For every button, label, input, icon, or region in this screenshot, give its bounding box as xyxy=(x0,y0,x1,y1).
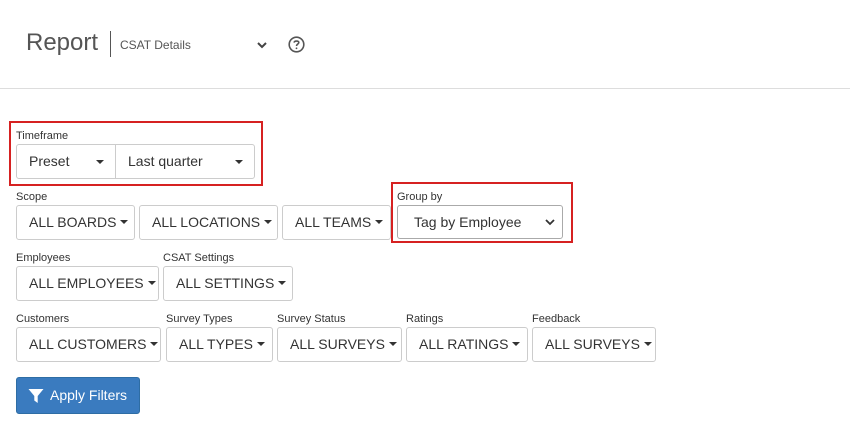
caret-down-icon xyxy=(150,342,159,347)
feedback-value: ALL SURVEYS xyxy=(545,336,640,352)
group-by-value: Tag by Employee xyxy=(414,214,522,230)
report-type-value: CSAT Details xyxy=(120,38,191,52)
chevron-down-icon xyxy=(545,219,555,226)
ratings-value: ALL RATINGS xyxy=(419,336,509,352)
customers-label: Customers xyxy=(16,313,70,325)
scope-teams-dropdown[interactable]: ALL TEAMS xyxy=(282,205,391,240)
question-circle-icon[interactable] xyxy=(288,36,305,53)
caret-down-icon xyxy=(388,342,397,347)
chevron-down-icon xyxy=(257,42,267,49)
page-title: Report xyxy=(26,29,99,56)
apply-filters-label: Apply Filters xyxy=(50,387,128,403)
timeframe-preset-value: Preset xyxy=(29,153,70,169)
caret-down-icon xyxy=(147,281,156,286)
employees-value: ALL EMPLOYEES xyxy=(29,275,144,291)
timeframe-range-dropdown[interactable]: Last quarter xyxy=(115,144,255,179)
caret-down-icon xyxy=(278,281,287,286)
employees-label: Employees xyxy=(16,252,71,264)
survey-status-label: Survey Status xyxy=(277,313,346,325)
customers-dropdown[interactable]: ALL CUSTOMERS xyxy=(16,327,161,362)
survey-status-dropdown[interactable]: ALL SURVEYS xyxy=(277,327,402,362)
title-divider xyxy=(110,31,111,57)
timeframe-range-value: Last quarter xyxy=(128,153,203,169)
scope-locations-dropdown[interactable]: ALL LOCATIONS xyxy=(139,205,278,240)
timeframe-preset-dropdown[interactable]: Preset xyxy=(16,144,116,179)
csat-settings-label: CSAT Settings xyxy=(163,252,235,264)
survey-status-value: ALL SURVEYS xyxy=(290,336,385,352)
survey-types-label: Survey Types xyxy=(166,313,233,325)
scope-label: Scope xyxy=(16,191,48,203)
scope-teams-value: ALL TEAMS xyxy=(295,214,372,230)
caret-down-icon xyxy=(264,220,273,225)
caret-down-icon xyxy=(512,342,521,347)
scope-locations-value: ALL LOCATIONS xyxy=(152,214,261,230)
page-header: Report CSAT Details xyxy=(0,0,850,89)
caret-down-icon xyxy=(256,342,265,347)
apply-filters-button[interactable]: Apply Filters xyxy=(16,377,140,414)
caret-down-icon xyxy=(235,160,243,164)
filter-icon xyxy=(28,389,44,403)
caret-down-icon xyxy=(375,220,384,225)
ratings-label: Ratings xyxy=(406,313,444,325)
csat-settings-value: ALL SETTINGS xyxy=(176,275,275,291)
survey-types-value: ALL TYPES xyxy=(179,336,253,352)
caret-down-icon xyxy=(120,220,129,225)
scope-boards-value: ALL BOARDS xyxy=(29,214,117,230)
group-by-select[interactable]: Tag by Employee xyxy=(397,205,563,239)
survey-types-dropdown[interactable]: ALL TYPES xyxy=(166,327,273,362)
timeframe-label: Timeframe xyxy=(16,130,69,142)
csat-settings-dropdown[interactable]: ALL SETTINGS xyxy=(163,266,293,301)
employees-dropdown[interactable]: ALL EMPLOYEES xyxy=(16,266,159,301)
caret-down-icon xyxy=(643,342,652,347)
group-by-label: Group by xyxy=(397,191,443,203)
caret-down-icon xyxy=(96,160,104,164)
report-type-select[interactable]: CSAT Details xyxy=(120,35,272,55)
ratings-dropdown[interactable]: ALL RATINGS xyxy=(406,327,528,362)
feedback-label: Feedback xyxy=(532,313,581,325)
customers-value: ALL CUSTOMERS xyxy=(29,336,147,352)
scope-boards-dropdown[interactable]: ALL BOARDS xyxy=(16,205,135,240)
feedback-dropdown[interactable]: ALL SURVEYS xyxy=(532,327,656,362)
